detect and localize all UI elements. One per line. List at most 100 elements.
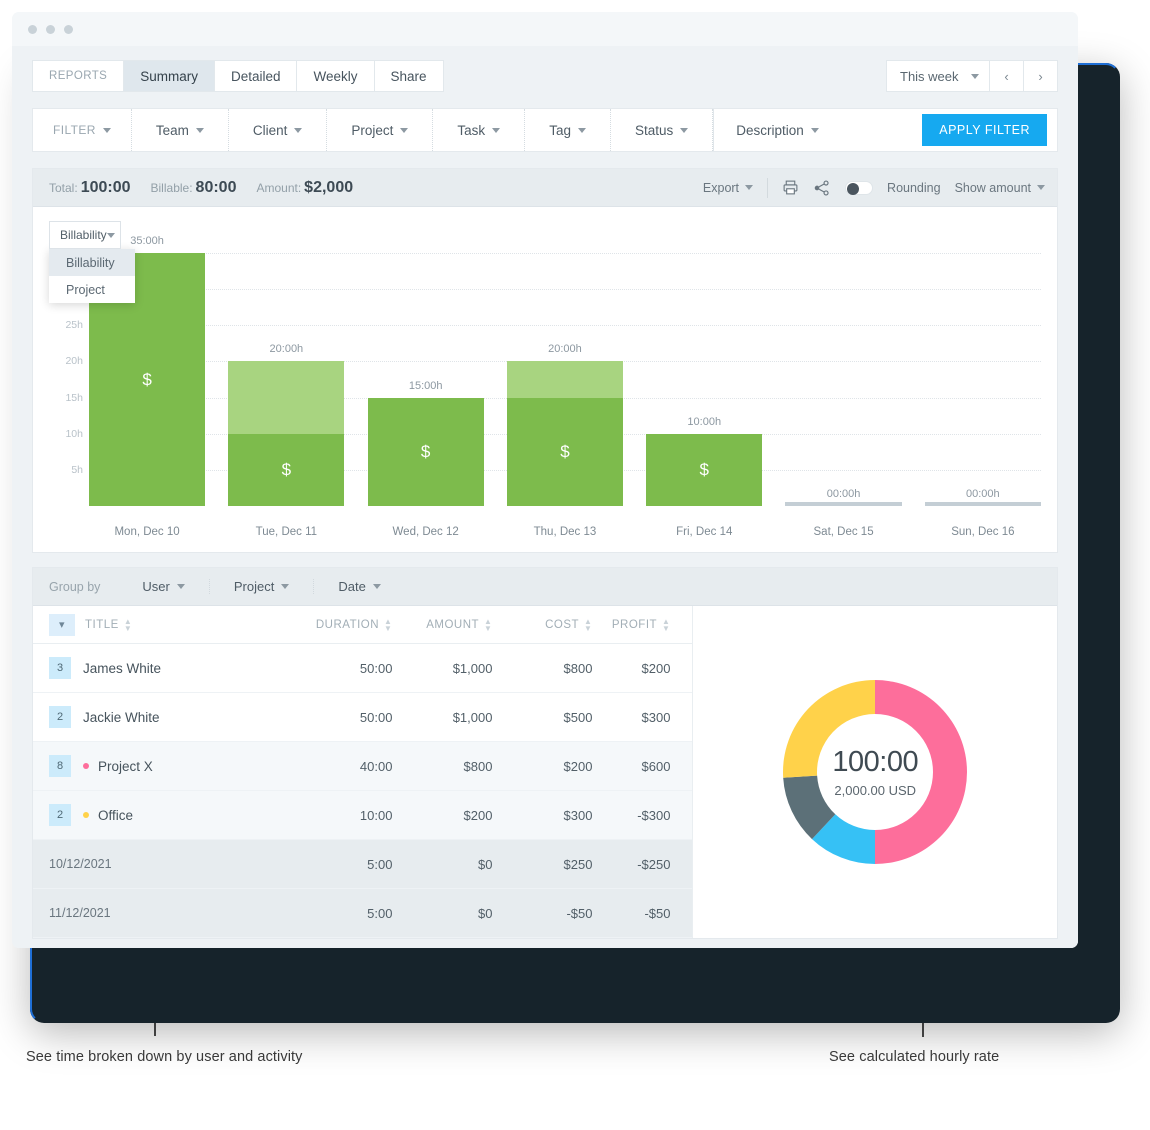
row-count-badge: 8 xyxy=(49,755,71,777)
tab-share[interactable]: Share xyxy=(374,60,444,92)
group-by-project[interactable]: Project xyxy=(210,579,315,594)
filter-project-label: Project xyxy=(351,122,394,138)
tab-weekly[interactable]: Weekly xyxy=(297,60,375,92)
bar-column[interactable]: 20:00h $ xyxy=(506,253,624,506)
column-header-cost-label: COST xyxy=(545,618,580,631)
table-row[interactable]: 2 Office 10:00 $200 $300 -$300 xyxy=(33,791,693,840)
row-title-label: Jackie White xyxy=(83,709,160,725)
filter-bar: FILTER Team Client Project Task Tag Stat… xyxy=(32,108,1058,152)
chart-area: Billability Billability Project 5h 10h 15h… xyxy=(33,207,1057,552)
show-amount-dropdown[interactable]: Show amount xyxy=(955,181,1045,195)
export-dropdown[interactable]: Export xyxy=(703,181,754,195)
column-header-profit[interactable]: PROFIT ▲ ▼ xyxy=(592,617,692,632)
chart-group-select[interactable]: Billability xyxy=(49,221,121,249)
column-header-title-label: TITLE xyxy=(85,618,119,631)
table-row[interactable]: 11/12/2021 5:00 $0 -$50 -$50 xyxy=(33,889,693,938)
chevron-down-icon xyxy=(281,584,290,589)
column-header-duration[interactable]: DURATION ▲ ▼ xyxy=(292,617,392,632)
dropdown-option-project[interactable]: Project xyxy=(49,276,135,303)
group-by-label: Group by xyxy=(49,579,101,594)
table-rows-container: 3 James White 50:00 $1,000 $800 $200 2 Jackie W… xyxy=(33,644,693,938)
dropdown-option-billability[interactable]: Billability xyxy=(49,249,135,276)
filter-task-label: Task xyxy=(457,122,486,138)
expand-all-chevron-icon[interactable]: ▾ xyxy=(49,613,75,636)
bar-column[interactable]: 10:00h $ xyxy=(646,253,763,506)
filter-label: FILTER xyxy=(33,109,132,151)
bar-column[interactable]: 20:00h $ xyxy=(228,253,345,506)
project-color-dot-icon xyxy=(83,812,89,818)
column-header-title[interactable]: TITLE ▲ ▼ xyxy=(75,617,292,632)
filter-team-label: Team xyxy=(155,122,189,138)
row-duration: 5:00 xyxy=(367,905,393,921)
chevron-down-icon xyxy=(745,185,754,190)
date-range-select[interactable]: This week xyxy=(886,60,990,92)
x-axis-tick-label: Tue, Dec 11 xyxy=(255,526,318,538)
apply-filter-button[interactable]: APPLY FILTER xyxy=(922,114,1047,146)
bar-column[interactable]: 00:00h xyxy=(785,253,902,506)
filter-description-label: Description xyxy=(736,122,804,138)
report-tabs: REPORTS Summary Detailed Weekly Share xyxy=(32,60,444,92)
row-amount: $1,000 xyxy=(452,660,493,676)
share-button[interactable] xyxy=(813,179,831,197)
date-range-prev-button[interactable]: ‹ xyxy=(990,60,1024,92)
chevron-down-icon xyxy=(106,232,115,238)
tab-detailed[interactable]: Detailed xyxy=(214,60,298,92)
row-profit: $300 xyxy=(641,709,671,725)
print-button[interactable] xyxy=(782,179,799,196)
window-minimize-dot[interactable] xyxy=(46,24,55,34)
date-range-next-button[interactable]: › xyxy=(1024,60,1058,92)
row-cost: $200 xyxy=(563,758,593,774)
bar-column[interactable]: 00:00h xyxy=(924,253,1041,506)
x-axis-tick-label: Mon, Dec 10 xyxy=(114,526,180,538)
total-label: Total: xyxy=(49,180,78,195)
chevron-down-icon xyxy=(971,73,979,79)
row-title-cell: Project X xyxy=(71,759,292,774)
bar-chart-plot: 5h10h15h20h25h30h35h 35:00h$20:00h$15:00… xyxy=(49,235,1041,506)
chevron-down-icon xyxy=(680,127,689,133)
billable-dollar-icon: $ xyxy=(281,459,292,479)
row-count-badge: 2 xyxy=(49,804,71,826)
window-maximize-dot[interactable] xyxy=(64,24,73,34)
filter-tag-label: Tag xyxy=(549,122,571,138)
filter-project[interactable]: Project xyxy=(327,109,434,151)
donut-chart: 100:00 2,000.00 USD xyxy=(769,666,981,878)
row-amount: $800 xyxy=(463,758,493,774)
chevron-down-icon xyxy=(195,127,204,133)
filter-client-label: Client xyxy=(252,122,288,138)
project-color-dot-icon xyxy=(83,763,89,769)
table-row[interactable]: 10/12/2021 5:00 $0 $250 -$250 xyxy=(33,840,693,889)
bar-value-label: 10:00h xyxy=(687,415,722,428)
bar-segment-billable: $ xyxy=(646,433,763,506)
row-date-label: 10/12/2021 xyxy=(49,857,112,871)
filter-status[interactable]: Status xyxy=(611,109,714,151)
group-by-date[interactable]: Date xyxy=(314,579,404,594)
billable-dollar-icon: $ xyxy=(420,441,431,461)
column-header-amount[interactable]: AMOUNT ▲ ▼ xyxy=(392,617,492,632)
filter-team[interactable]: Team xyxy=(132,109,229,151)
bar-segment-billable: $ xyxy=(506,397,624,506)
bar-value-label: 00:00h xyxy=(826,488,861,500)
billable-stat: Billable: 80:00 xyxy=(151,179,237,197)
donut-chart-pane: 100:00 2,000.00 USD xyxy=(693,606,1057,938)
filter-task[interactable]: Task xyxy=(433,109,526,151)
toolbar-divider xyxy=(767,177,769,198)
table-row[interactable]: 8 Project X 40:00 $800 $200 $600 xyxy=(33,742,693,791)
group-by-user[interactable]: User xyxy=(118,579,210,594)
window-titlebar xyxy=(12,12,1078,46)
detail-table-card: Group by User Project Date ▾ TITLE ▲ ▼ D… xyxy=(32,567,1058,939)
filter-description[interactable]: Description xyxy=(713,109,922,151)
bar-value-label: 15:00h xyxy=(408,379,443,392)
row-profit: $200 xyxy=(641,660,671,676)
filter-client[interactable]: Client xyxy=(229,109,328,151)
window-close-dot[interactable] xyxy=(28,24,37,34)
column-header-cost[interactable]: COST ▲ ▼ xyxy=(492,617,592,632)
rounding-toggle[interactable] xyxy=(845,180,874,195)
row-cost: $300 xyxy=(563,807,593,823)
chevron-down-icon xyxy=(372,584,381,589)
filter-tag[interactable]: Tag xyxy=(525,109,611,151)
tab-summary[interactable]: Summary xyxy=(124,60,215,92)
table-row[interactable]: 2 Jackie White 50:00 $1,000 $500 $300 xyxy=(33,693,693,742)
y-axis-tick-label: 20h xyxy=(65,355,83,368)
table-row[interactable]: 3 James White 50:00 $1,000 $800 $200 xyxy=(33,644,693,693)
bar-column[interactable]: 15:00h $ xyxy=(367,253,484,506)
